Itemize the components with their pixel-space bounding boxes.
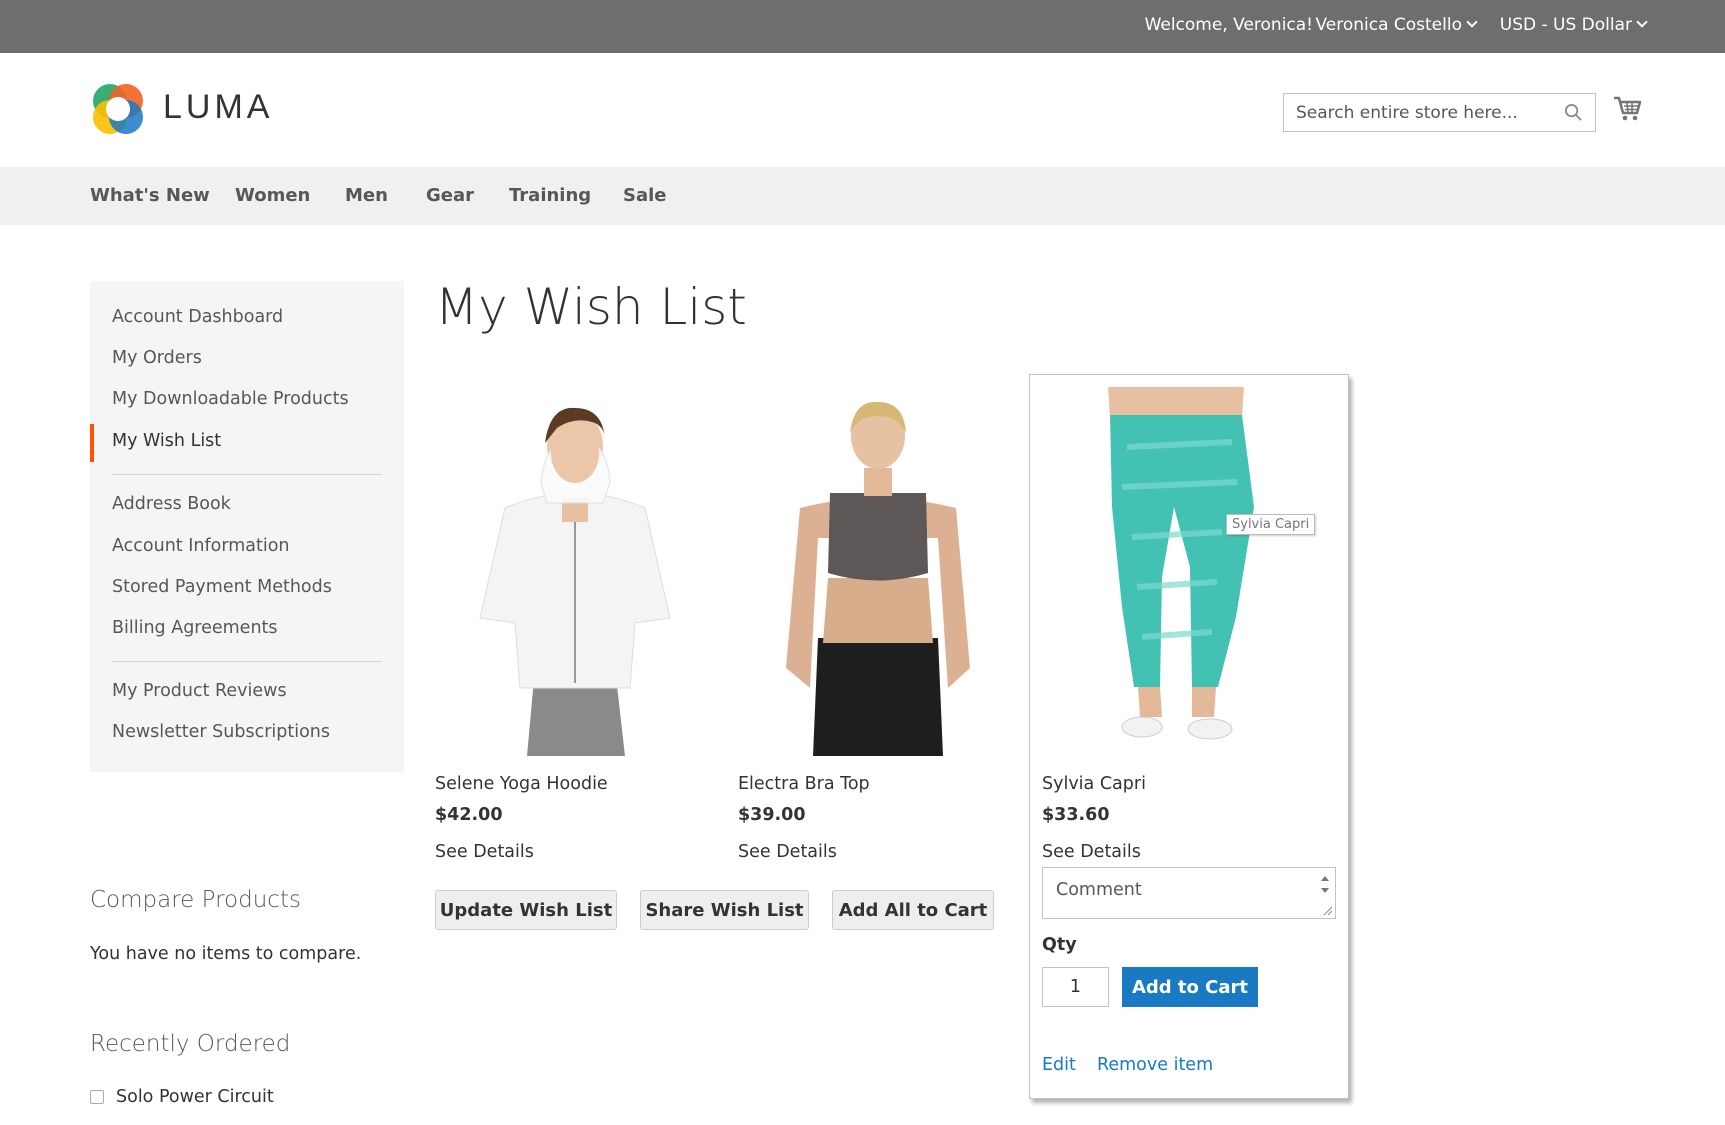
product-image-electra-bra-top[interactable] — [738, 388, 1018, 756]
top-bar: Welcome, Veronica! Veronica Costello USD… — [0, 0, 1725, 53]
recently-ordered-title: Recently Ordered — [90, 1031, 291, 1057]
currency-label: USD - US Dollar — [1499, 15, 1632, 35]
site-header: LUMA — [0, 53, 1725, 167]
nav-item-whats-new[interactable]: What's New — [90, 185, 210, 206]
search-icon[interactable] — [1564, 103, 1583, 122]
sidebar-item-downloadable-products[interactable]: My Downloadable Products — [112, 389, 349, 409]
product-image-selene-yoga-hoodie[interactable] — [435, 388, 715, 756]
compare-products-title: Compare Products — [90, 887, 301, 913]
comment-field-wrapper — [1042, 867, 1336, 919]
sidebar-item-stored-payment-methods[interactable]: Stored Payment Methods — [112, 577, 332, 597]
product-price: $33.60 — [1042, 805, 1110, 825]
chevron-down-icon — [1466, 16, 1478, 28]
sidebar-item-address-book[interactable]: Address Book — [112, 494, 231, 514]
add-all-to-cart-button[interactable]: Add All to Cart — [832, 890, 994, 930]
nav-item-gear[interactable]: Gear — [426, 185, 474, 206]
nav-item-sale[interactable]: Sale — [623, 185, 667, 206]
sidebar-item-product-reviews[interactable]: My Product Reviews — [112, 681, 287, 701]
product-price: $42.00 — [435, 805, 503, 825]
active-indicator — [90, 424, 94, 462]
customer-name: Veronica Costello — [1315, 15, 1462, 35]
main-navigation: What's New Women Men Gear Training Sale — [0, 167, 1725, 225]
nav-item-men[interactable]: Men — [345, 185, 388, 206]
compare-empty-text: You have no items to compare. — [90, 944, 362, 964]
add-to-cart-button[interactable]: Add to Cart — [1122, 967, 1258, 1007]
sidebar-item-my-orders[interactable]: My Orders — [112, 348, 202, 368]
see-details-link[interactable]: See Details — [1042, 842, 1141, 862]
product-price: $39.00 — [738, 805, 806, 825]
sidebar-divider — [112, 661, 382, 662]
product-image-sylvia-capri[interactable] — [1042, 387, 1322, 755]
edit-item-link[interactable]: Edit — [1042, 1055, 1076, 1075]
sidebar-item-billing-agreements[interactable]: Billing Agreements — [112, 618, 278, 638]
sidebar-item-my-wish-list[interactable]: My Wish List — [112, 431, 221, 451]
recently-ordered-item[interactable]: Solo Power Circuit — [116, 1087, 274, 1107]
product-name-sylvia-capri[interactable]: Sylvia Capri — [1042, 774, 1146, 794]
sidebar-item-account-dashboard[interactable]: Account Dashboard — [112, 307, 283, 327]
chevron-down-icon — [1636, 16, 1648, 28]
share-wish-list-button[interactable]: Share Wish List — [640, 890, 809, 930]
product-tooltip: Sylvia Capri — [1226, 514, 1316, 535]
product-name-electra-bra-top[interactable]: Electra Bra Top — [738, 774, 870, 794]
scroll-down-arrow-icon[interactable] — [1321, 888, 1329, 893]
scroll-up-arrow-icon[interactable] — [1321, 876, 1329, 881]
account-sidebar: Account Dashboard My Orders My Downloada… — [90, 281, 404, 772]
currency-switcher[interactable]: USD - US Dollar — [1499, 15, 1648, 35]
sidebar-item-account-information[interactable]: Account Information — [112, 536, 290, 556]
sidebar-item-newsletter-subscriptions[interactable]: Newsletter Subscriptions — [112, 722, 330, 742]
nav-item-training[interactable]: Training — [509, 185, 591, 206]
recently-ordered-checkbox[interactable] — [90, 1090, 104, 1104]
product-name-selene-yoga-hoodie[interactable]: Selene Yoga Hoodie — [435, 774, 608, 794]
qty-label: Qty — [1042, 935, 1077, 955]
customer-menu-toggle[interactable]: Veronica Costello — [1315, 15, 1478, 35]
cart-icon[interactable] — [1612, 93, 1642, 123]
update-wish-list-button[interactable]: Update Wish List — [435, 890, 617, 930]
page-title: My Wish List — [435, 278, 747, 336]
logo-text[interactable]: LUMA — [163, 88, 273, 127]
resize-handle-icon[interactable] — [1322, 905, 1332, 915]
search-box — [1283, 93, 1596, 132]
sidebar-divider — [112, 474, 382, 475]
remove-item-link[interactable]: Remove item — [1097, 1055, 1213, 1075]
comment-field[interactable] — [1043, 868, 1313, 918]
nav-item-women[interactable]: Women — [235, 185, 310, 206]
see-details-link[interactable]: See Details — [738, 842, 837, 862]
search-input[interactable] — [1284, 94, 1554, 131]
qty-input[interactable] — [1042, 967, 1109, 1007]
welcome-message: Welcome, Veronica! — [1144, 15, 1313, 35]
see-details-link[interactable]: See Details — [435, 842, 534, 862]
luma-logo-icon[interactable] — [90, 81, 146, 137]
